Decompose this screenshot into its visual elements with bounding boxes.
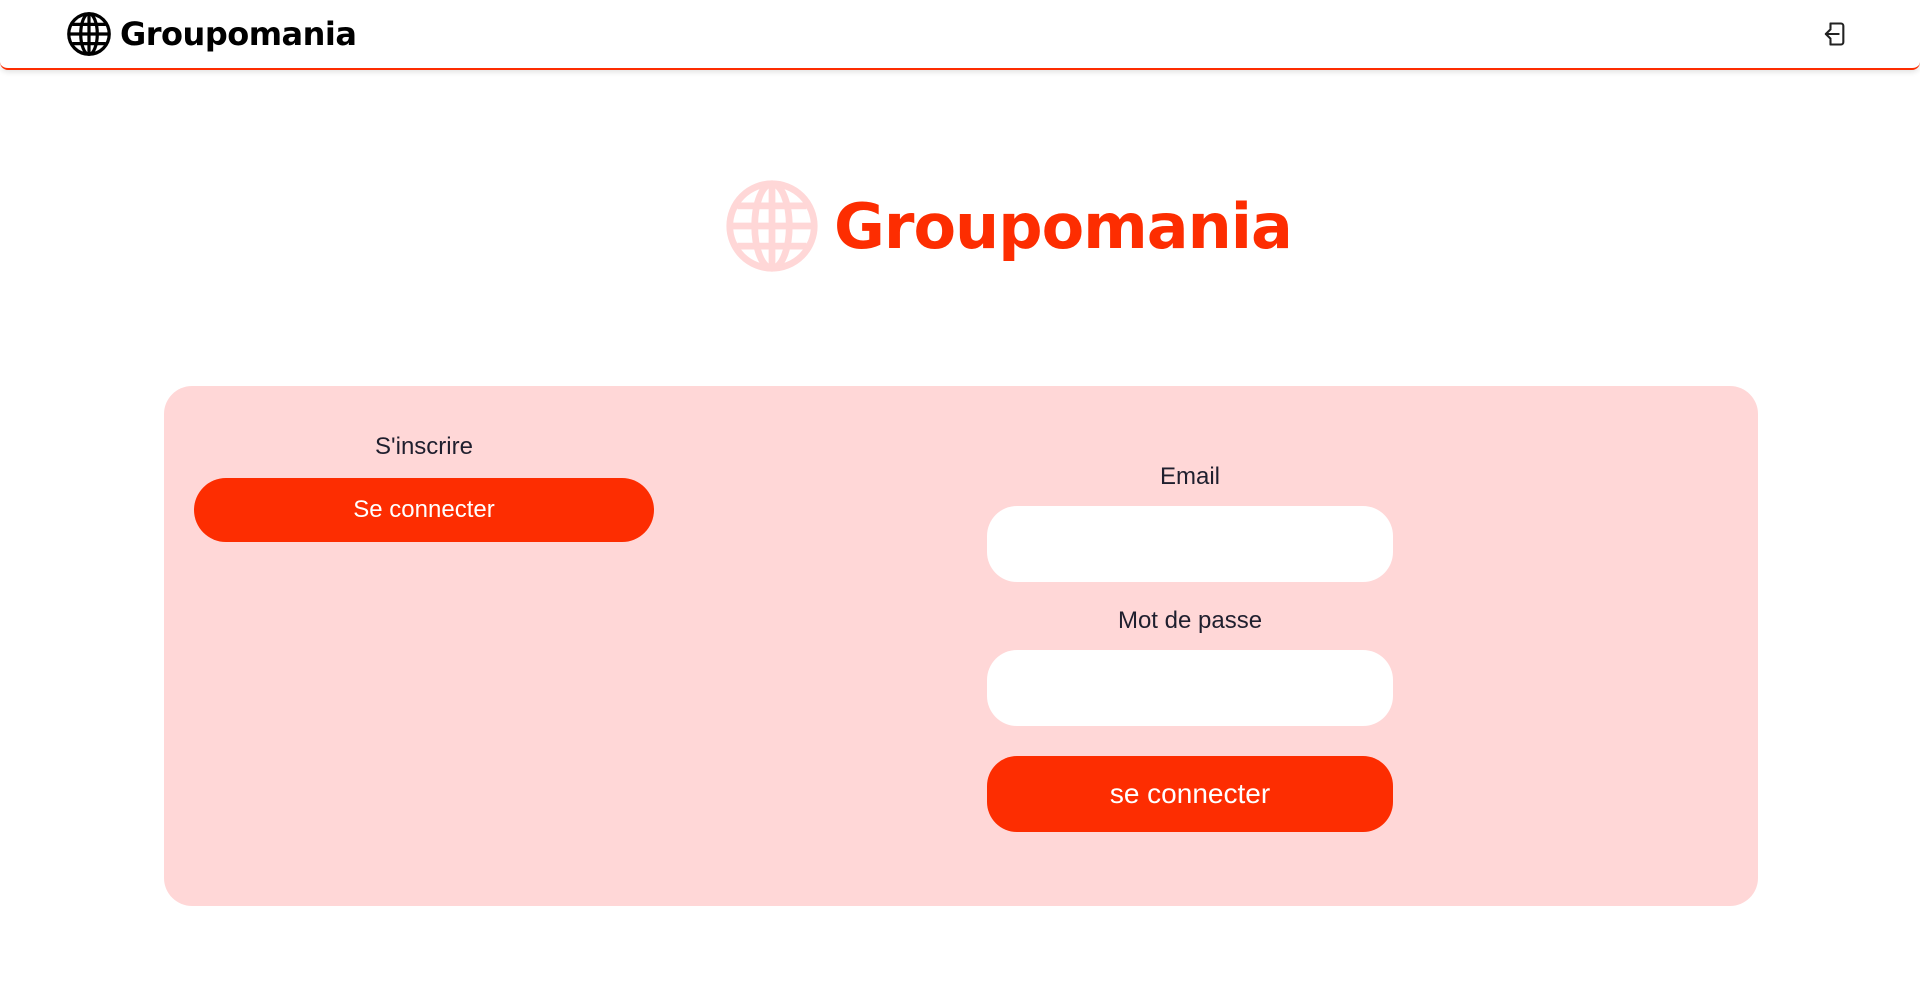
- header-logo-link[interactable]: Groupomania: [66, 10, 357, 58]
- login-form: Email Mot de passe se connecter: [987, 462, 1393, 832]
- hero-globe-icon: [726, 180, 818, 272]
- logout-button[interactable]: [1818, 18, 1850, 50]
- signup-title: S'inscrire: [375, 433, 473, 460]
- email-label: Email: [1159, 463, 1220, 490]
- top-navbar: Groupomania: [0, 0, 1920, 70]
- auth-card: S'inscrire Se connecter Email Mot de pas…: [164, 386, 1758, 906]
- hero-brand-name: Groupomania: [834, 189, 1293, 263]
- globe-icon: [67, 12, 111, 56]
- hero-logo: Groupomania: [724, 178, 1293, 274]
- email-field[interactable]: [987, 506, 1393, 582]
- login-submit-button[interactable]: se connecter: [987, 756, 1393, 832]
- password-label: Mot de passe: [1117, 607, 1263, 634]
- switch-to-login-button[interactable]: Se connecter: [194, 478, 654, 542]
- signup-section: S'inscrire Se connecter: [194, 432, 654, 542]
- password-field[interactable]: [987, 650, 1393, 726]
- logout-icon: [1824, 22, 1845, 46]
- header-brand-name: Groupomania: [120, 15, 357, 53]
